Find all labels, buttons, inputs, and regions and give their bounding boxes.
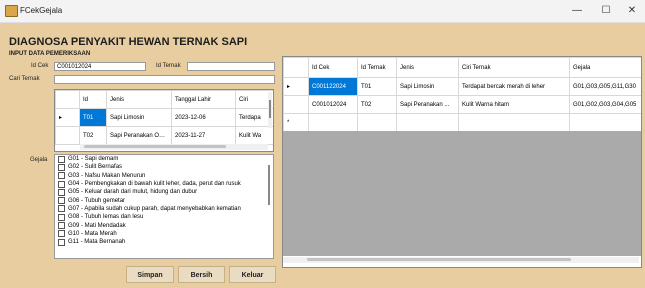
gejala-option[interactable]: G10 - Mata Merah (55, 230, 273, 238)
checkbox[interactable] (58, 172, 65, 180)
checkbox[interactable] (58, 238, 65, 246)
table-cell[interactable]: Kulit Wa (235, 126, 273, 145)
column-header[interactable]: Ciri Ternak (458, 57, 570, 78)
gejala-option[interactable]: G04 - Pembengkakan di bawah kulit leher,… (55, 180, 273, 188)
table-cell[interactable]: T01 (79, 108, 107, 127)
table-row[interactable]: ▸ C001122024 T01 Sapi Limosin Terdapat b… (283, 77, 641, 96)
table-cell[interactable] (308, 113, 358, 132)
table-cell[interactable] (569, 113, 641, 132)
table-cell[interactable]: 2023-12-06 (171, 108, 236, 127)
gejala-option[interactable]: G07 - Apabila sudah cukup parah, dapat m… (55, 205, 273, 213)
cari-ternak-input[interactable] (54, 75, 275, 84)
simpan-button[interactable]: Simpan (126, 266, 174, 283)
table-row[interactable]: T02 Sapi Peranakan Ongole 2023-11-27 Kul… (55, 126, 273, 145)
scroll-thumb[interactable] (268, 165, 270, 205)
table-cell[interactable]: Sapi Peranakan Ongole (106, 126, 172, 145)
table-cell[interactable]: G01,G03,G05,G11,G30 (569, 77, 641, 96)
current-row-marker: ▸ (55, 108, 80, 127)
gejala-label: Gejala (30, 157, 48, 163)
new-row[interactable]: * (283, 113, 641, 132)
cek-grid-hscroll[interactable] (283, 257, 639, 263)
close-button[interactable]: ✕ (621, 3, 643, 19)
gejala-option[interactable]: G03 - Nafsu Makan Menurun (55, 172, 273, 180)
checkbox[interactable] (58, 180, 65, 188)
new-row-marker: * (283, 113, 309, 132)
bersih-button[interactable]: Bersih (178, 266, 225, 283)
gejala-option[interactable]: G01 - Sapi demam (55, 155, 273, 163)
minimize-button[interactable]: — (566, 3, 588, 19)
column-header[interactable]: Jenis (396, 57, 459, 78)
table-cell[interactable]: G01,G02,G03,G04,G05 (569, 95, 641, 114)
window-title: FCekGejala (20, 6, 63, 15)
table-cell[interactable]: T01 (357, 77, 397, 96)
checkbox[interactable] (58, 213, 65, 221)
checkbox[interactable] (58, 222, 65, 230)
checkbox[interactable] (58, 197, 65, 205)
section-title: INPUT DATA PEMERIKSAAN (9, 51, 91, 57)
current-row-marker: ▸ (283, 77, 309, 96)
keluar-button[interactable]: Keluar (229, 266, 276, 283)
ternak-grid-hscroll[interactable] (80, 144, 268, 150)
table-cell[interactable]: T02 (79, 126, 107, 145)
ternak-grid-vscroll[interactable] (268, 92, 272, 128)
table-cell[interactable]: C001122024 (308, 77, 358, 96)
gejala-option[interactable]: G08 - Tubuh lemas dan lesu (55, 213, 273, 221)
checkbox[interactable] (58, 205, 65, 213)
gejala-option[interactable]: G09 - Mati Mendadak (55, 221, 273, 230)
gejala-option[interactable]: G11 - Mata Bernanah (55, 238, 273, 246)
title-bar: FCekGejala — ☐ ✕ (0, 0, 645, 23)
cari-ternak-label: Cari Ternak (9, 76, 40, 82)
gejala-option[interactable]: G05 - Keluar darah dari mulut, hidung da… (55, 188, 273, 196)
checkbox[interactable] (58, 155, 65, 163)
gejala-option[interactable]: G02 - Sulit Bernafas (55, 163, 273, 171)
table-row[interactable]: C001012024 T02 Sapi Peranakan ... Kulit … (283, 95, 641, 114)
ternak-grid-header: Id Jenis Tanggal Lahir Ciri (55, 90, 273, 109)
table-cell[interactable]: Sapi Limosin (106, 108, 172, 127)
table-cell[interactable]: Kulit Warna hitam (458, 95, 570, 114)
gejala-option[interactable]: G06 - Tubuh gemetar (55, 196, 273, 205)
id-cek-label: Id Cek (31, 63, 49, 69)
row-header-corner (283, 57, 309, 78)
column-header[interactable]: Gejala (569, 57, 641, 78)
id-cek-input[interactable]: C001012024 (54, 62, 146, 71)
table-cell[interactable]: C001012024 (308, 95, 358, 114)
table-cell[interactable]: Sapi Peranakan ... (396, 95, 459, 114)
column-header[interactable]: Tanggal Lahir (171, 90, 236, 109)
gejala-checklist[interactable]: G01 - Sapi demam G02 - Sulit Bernafas G0… (54, 154, 274, 259)
column-header[interactable]: Id Cek (308, 57, 358, 78)
row-header (283, 95, 309, 114)
ternak-grid[interactable]: Id Jenis Tanggal Lahir Ciri ▸ T01 Sapi L… (54, 89, 274, 152)
cek-grid[interactable]: Id Cek Id Ternak Jenis Ciri Ternak Gejal… (282, 56, 642, 268)
table-cell[interactable] (458, 113, 570, 132)
row-header (55, 126, 80, 145)
scroll-thumb[interactable] (269, 100, 271, 118)
table-cell[interactable]: Terdapat bercak merah di leher (458, 77, 570, 96)
column-header[interactable]: Id (79, 90, 107, 109)
row-header-corner (55, 90, 80, 109)
table-cell[interactable]: 2023-11-27 (171, 126, 236, 145)
column-header[interactable]: Jenis (106, 90, 172, 109)
checkbox[interactable] (58, 230, 65, 238)
grid-empty-area (283, 131, 641, 256)
page-title: DIAGNOSA PENYAKIT HEWAN TERNAK SAPI (9, 36, 248, 48)
table-cell[interactable] (357, 113, 397, 132)
checkbox[interactable] (58, 188, 65, 196)
scroll-thumb[interactable] (84, 145, 226, 148)
scroll-thumb[interactable] (307, 258, 571, 261)
gejala-vscroll[interactable] (267, 163, 271, 207)
table-cell[interactable]: Sapi Limosin (396, 77, 459, 96)
table-cell[interactable]: T02 (357, 95, 397, 114)
cek-grid-header: Id Cek Id Ternak Jenis Ciri Ternak Gejal… (283, 57, 641, 78)
maximize-button[interactable]: ☐ (595, 3, 617, 19)
checkbox[interactable] (58, 163, 65, 171)
app-icon (5, 5, 18, 17)
table-row[interactable]: ▸ T01 Sapi Limosin 2023-12-06 Terdapa (55, 108, 273, 127)
id-ternak-input[interactable] (187, 62, 275, 71)
table-cell[interactable] (396, 113, 459, 132)
column-header[interactable]: Id Ternak (357, 57, 397, 78)
id-ternak-label: Id Ternak (156, 63, 181, 69)
